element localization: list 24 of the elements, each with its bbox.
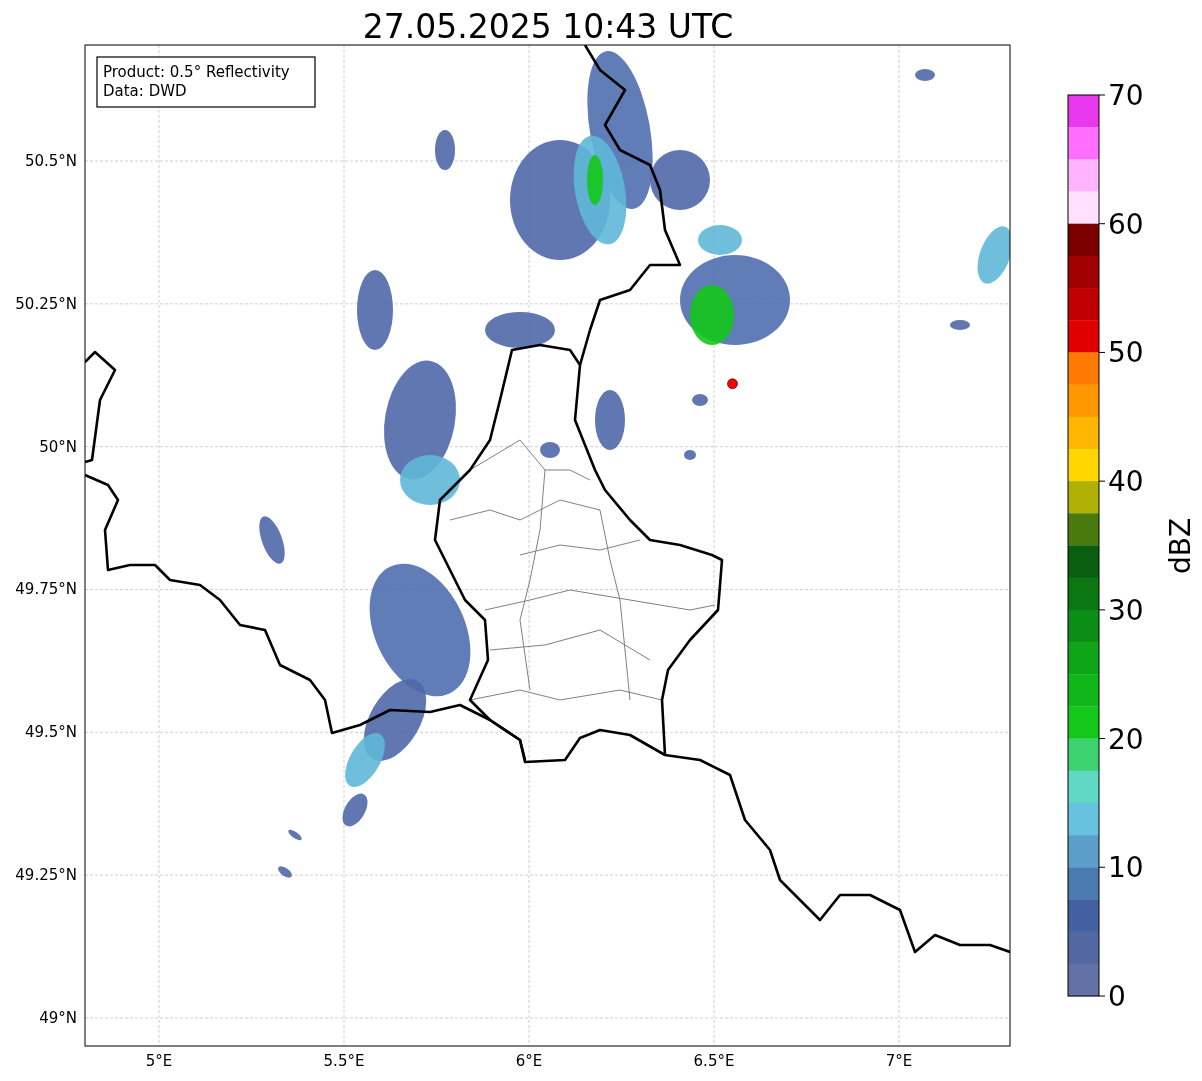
- colorbar-label: dBZ: [1164, 517, 1197, 575]
- axis-tick-label: 7°E: [885, 1052, 913, 1070]
- colorbar-tick-label: 40: [1108, 465, 1144, 499]
- colorbar-tick-label: 10: [1108, 851, 1144, 885]
- colorbar-tick-label: 70: [1108, 79, 1144, 112]
- axis-tick-label: 50°N: [39, 437, 77, 456]
- colorbar-tick-label: 0: [1108, 980, 1126, 1013]
- axis-tick-label: 6.5°E: [693, 1052, 735, 1070]
- info-text: Product: 0.5° Reflectivity: [103, 63, 290, 81]
- colorbar-tick-label: 60: [1108, 207, 1144, 241]
- axis-tick-label: 5°E: [145, 1052, 173, 1070]
- info-text: Data: DWD: [103, 82, 187, 100]
- axis-tick-label: 49.75°N: [15, 580, 77, 599]
- axis-tick-label: 50.5°N: [24, 152, 77, 170]
- colorbar-tick-label: 30: [1108, 593, 1144, 627]
- axis-tick-label: 6°E: [515, 1052, 543, 1070]
- axis-tick-label: 49.5°N: [24, 723, 77, 742]
- axis-tick-label: 50.25°N: [15, 294, 77, 313]
- axis-tick-label: 49.25°N: [15, 866, 77, 885]
- colorbar-tick-label: 20: [1108, 722, 1144, 756]
- chart-title: 27.05.2025 10:43 UTC: [362, 7, 734, 46]
- axis-tick-label: 49°N: [39, 1008, 77, 1027]
- axis-tick-label: 5.5°E: [323, 1052, 365, 1070]
- colorbar-tick-label: 50: [1108, 336, 1144, 370]
